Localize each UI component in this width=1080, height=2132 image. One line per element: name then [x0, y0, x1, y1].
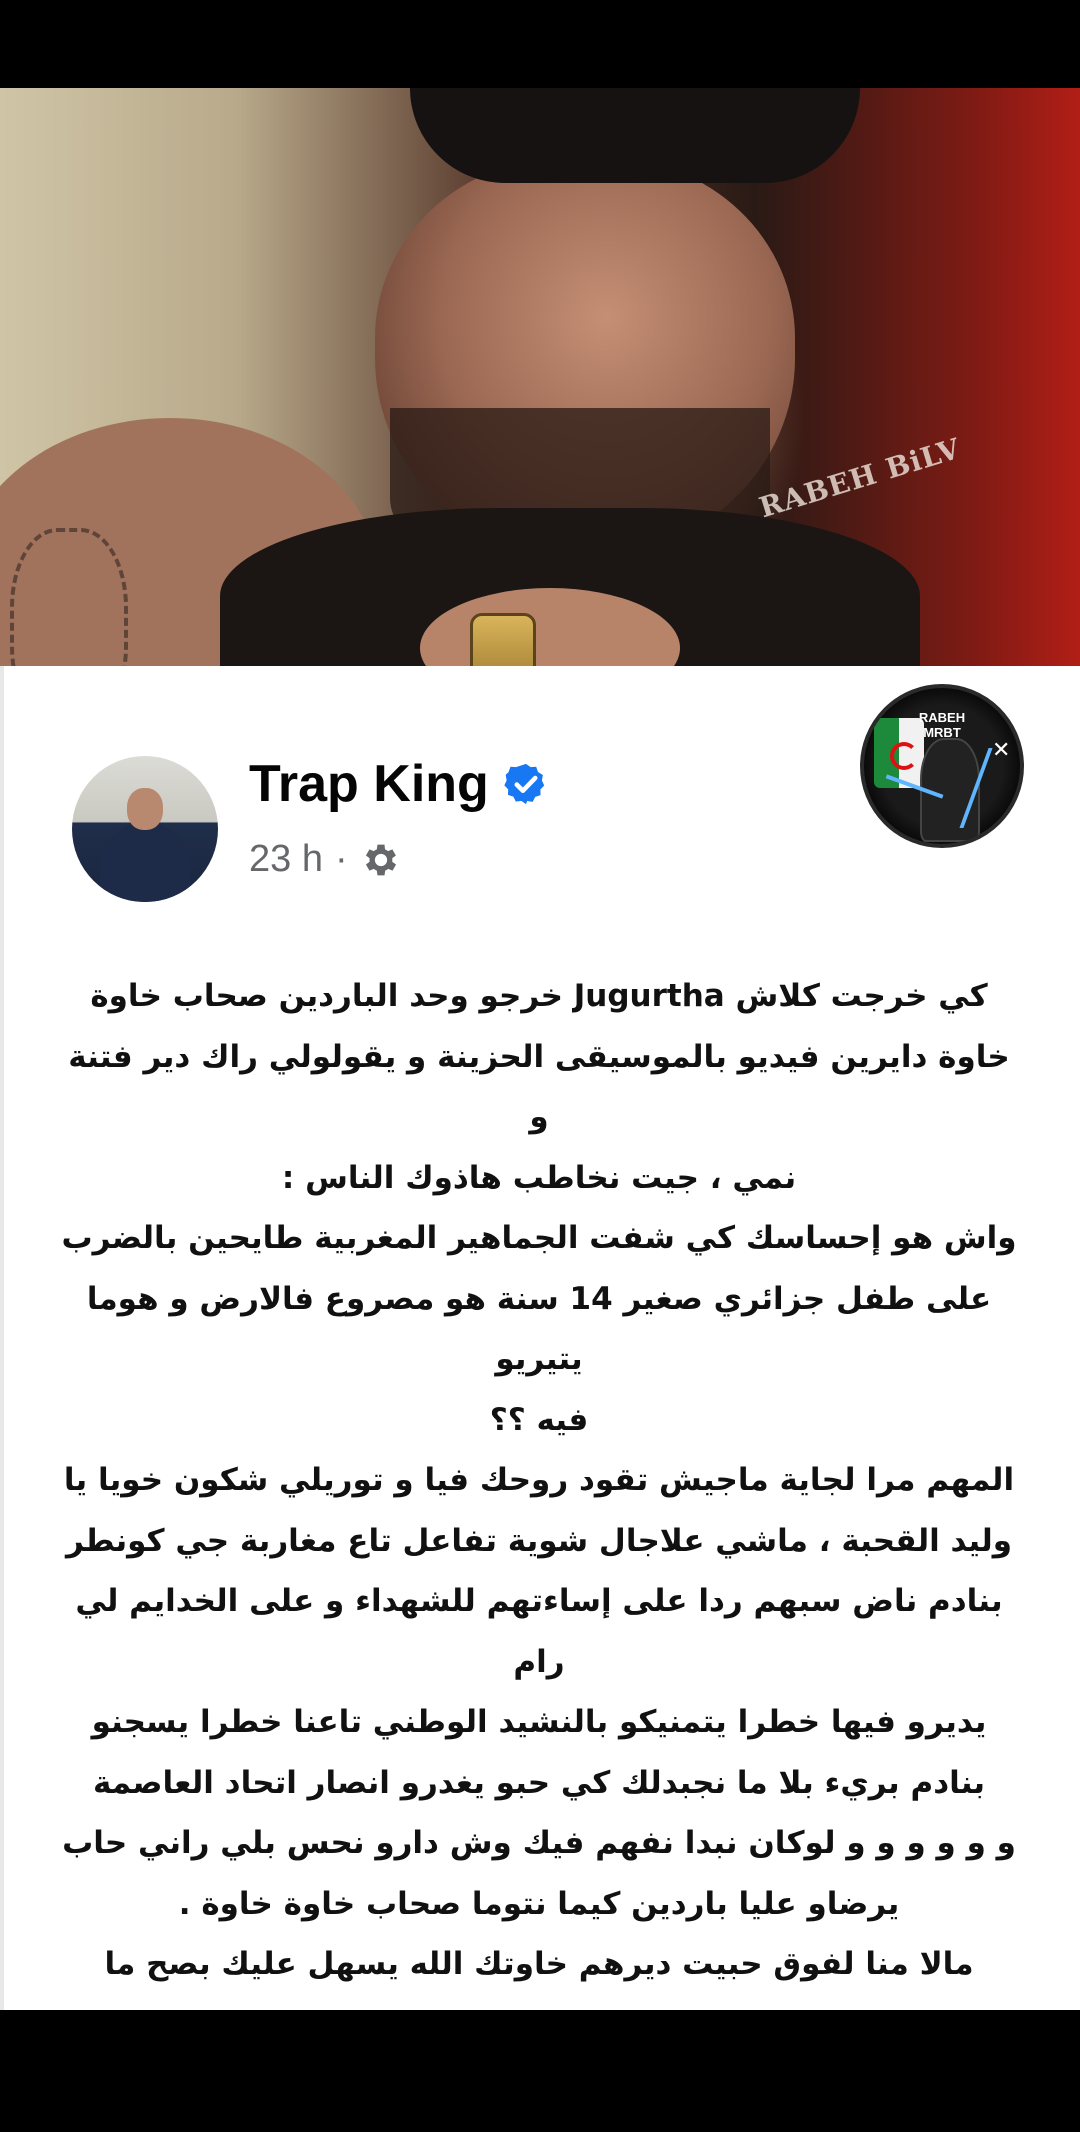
arm-tattoo	[10, 528, 128, 666]
gear-icon	[365, 844, 396, 875]
post-body: كي خرجت كلاش Jugurtha خرجو وحد الباردين …	[54, 966, 1024, 2116]
channel-badge: RABEH MRBT ✕	[860, 684, 1024, 848]
ring-shape	[470, 613, 536, 666]
avatar[interactable]	[72, 756, 218, 902]
post-paragraph: واش هو إحساسك كي شفت الجماهير المغربية ط…	[61, 1220, 1017, 1438]
post-card: RABEH MRBT ✕ Trap King 23 h · كي خرجت كل…	[0, 666, 1080, 2103]
avatar-body	[100, 824, 190, 902]
watermark: RABEH BiLV	[755, 431, 965, 525]
author-name[interactable]: Trap King	[249, 754, 489, 814]
badge-label: RABEH MRBT	[918, 710, 966, 740]
hero-photo: RABEH BiLV	[0, 88, 1080, 666]
post-meta: 23 h ·	[249, 838, 402, 881]
verified-icon	[504, 763, 545, 805]
post-paragraph: المهم مرا لجاية ماجيش تقود روحك فيا و تو…	[62, 1462, 1016, 1922]
close-icon: ✕	[992, 738, 1011, 763]
avatar-head	[127, 788, 163, 830]
meta-separator: ·	[334, 838, 348, 880]
post-paragraph: كي خرجت كلاش Jugurtha خرجو وحد الباردين …	[68, 978, 1010, 1196]
top-black-bar	[0, 0, 1080, 88]
bottom-black-bar	[0, 2010, 1080, 2132]
beanie-shape	[410, 88, 860, 183]
author-row: Trap King	[249, 754, 549, 814]
post-time[interactable]: 23 h	[249, 838, 323, 881]
